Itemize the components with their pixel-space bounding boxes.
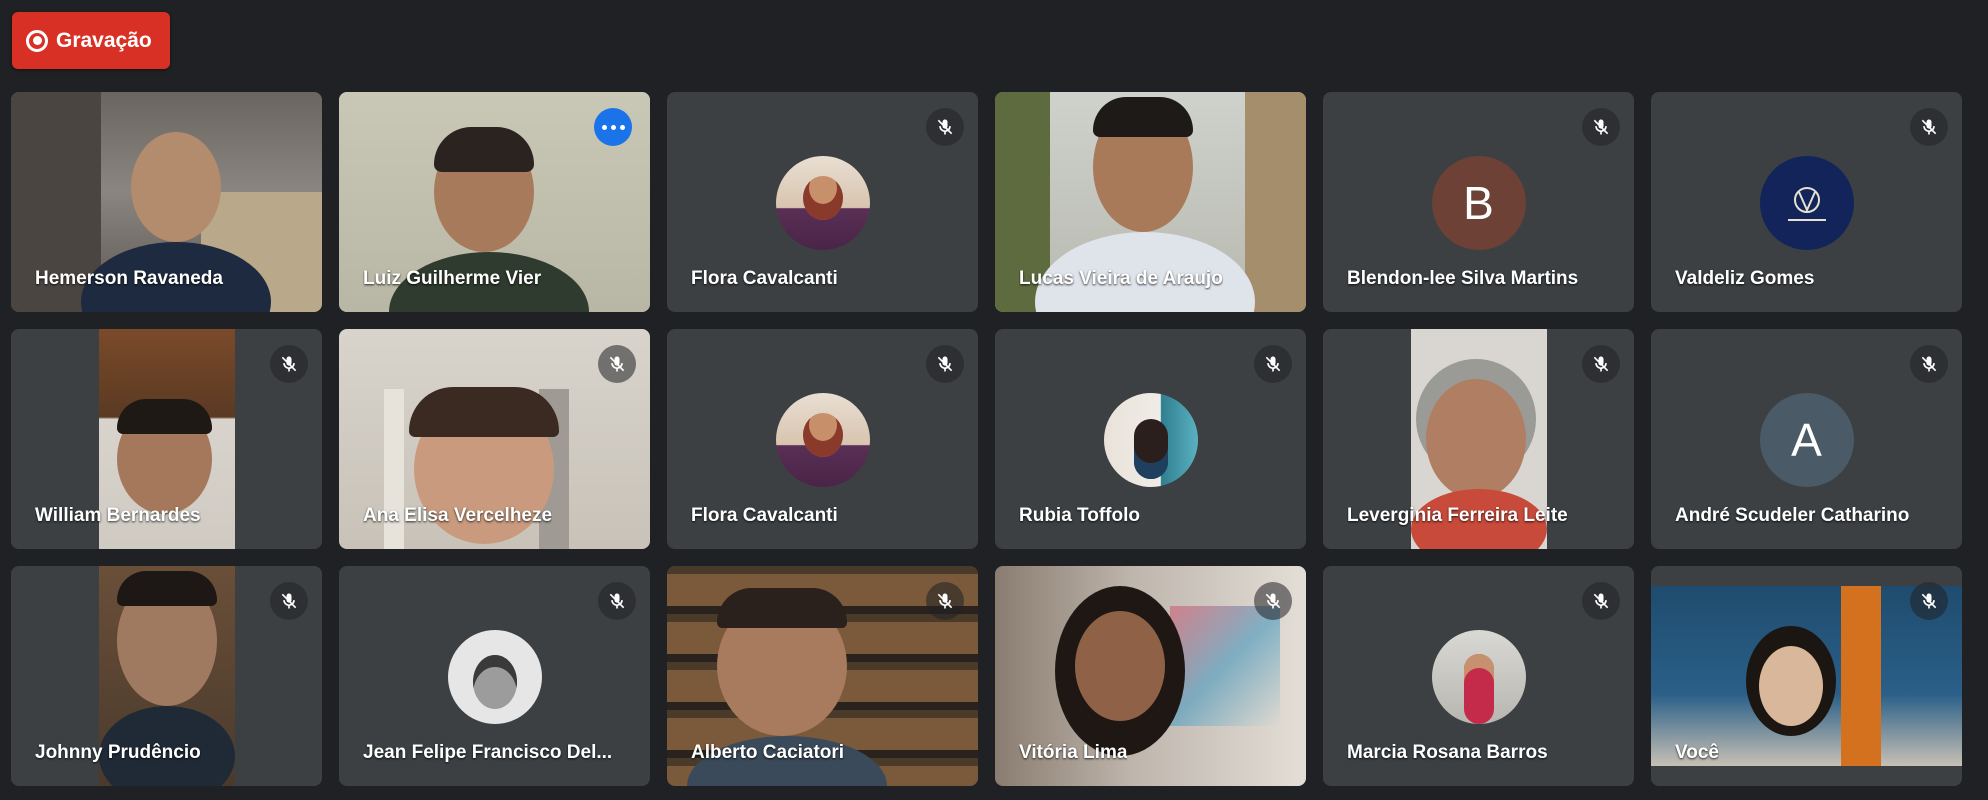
- participant-avatar: [1103, 393, 1198, 487]
- participant-tile[interactable]: Leverginia Ferreira Leite: [1323, 329, 1634, 549]
- participant-tile[interactable]: Ana Elisa Vercelheze: [339, 329, 650, 549]
- participant-tile[interactable]: Valdeliz Gomes: [1651, 92, 1962, 312]
- participant-tile[interactable]: William Bernardes: [11, 329, 322, 549]
- participant-avatar: [775, 156, 870, 250]
- participant-name: André Scudeler Catharino: [1675, 505, 1910, 526]
- recording-badge[interactable]: Gravação: [12, 12, 170, 69]
- record-icon: [26, 29, 48, 52]
- recording-label: Gravação: [56, 28, 152, 52]
- participant-avatar: A: [1759, 393, 1854, 487]
- participant-name: Jean Felipe Francisco Del...: [363, 742, 613, 763]
- mic-off-icon: [1254, 582, 1292, 620]
- participant-name: Marcia Rosana Barros: [1347, 742, 1548, 763]
- mic-off-icon: [1582, 108, 1620, 146]
- participant-tile[interactable]: Alberto Caciatori: [667, 566, 978, 786]
- mic-off-icon: [1254, 345, 1292, 383]
- participant-grid: Hemerson Ravaneda Luiz Guilherme Vier Fl…: [11, 92, 1962, 786]
- more-options-icon: [601, 124, 607, 130]
- mic-off-icon: [1582, 345, 1620, 383]
- mic-off-icon: [1910, 345, 1948, 383]
- participant-tile[interactable]: Rubia Toffolo: [995, 329, 1306, 549]
- mic-off-icon: [1910, 108, 1948, 146]
- participant-tile[interactable]: Hemerson Ravaneda: [11, 92, 322, 312]
- mic-off-icon: [270, 582, 308, 620]
- participant-tile[interactable]: B Blendon-lee Silva Martins: [1323, 92, 1634, 312]
- participant-name: Lucas Vieira de Araujo: [1019, 268, 1223, 289]
- avatar-initial: B: [1463, 177, 1494, 229]
- mic-off-icon: [1582, 582, 1620, 620]
- participant-tile[interactable]: Jean Felipe Francisco Del...: [339, 566, 650, 786]
- participant-avatar: [1431, 630, 1526, 724]
- participant-name: Flora Cavalcanti: [691, 268, 838, 289]
- participant-avatar: [1759, 156, 1854, 250]
- participant-name: Johnny Prudêncio: [35, 742, 201, 763]
- participant-tile[interactable]: Lucas Vieira de Araujo: [995, 92, 1306, 312]
- mic-off-icon: [926, 108, 964, 146]
- mic-off-icon: [270, 345, 308, 383]
- participant-tile[interactable]: A André Scudeler Catharino: [1651, 329, 1962, 549]
- participant-name: Luiz Guilherme Vier: [363, 268, 542, 289]
- participant-tile[interactable]: Vitória Lima: [995, 566, 1306, 786]
- participant-tile[interactable]: Johnny Prudêncio: [11, 566, 322, 786]
- mic-off-icon: [926, 582, 964, 620]
- mic-off-icon: [598, 582, 636, 620]
- more-options-button[interactable]: [594, 108, 632, 146]
- participant-name: Vitória Lima: [1019, 742, 1128, 763]
- participant-avatar: B: [1431, 156, 1526, 250]
- participant-name: Alberto Caciatori: [691, 742, 845, 763]
- avatar-initial: A: [1791, 414, 1822, 466]
- mic-off-icon: [598, 345, 636, 383]
- participant-tile-self[interactable]: Você: [1651, 566, 1962, 786]
- logo-icon: [1787, 187, 1826, 221]
- mic-off-icon: [1910, 582, 1948, 620]
- participant-name: Blendon-lee Silva Martins: [1347, 268, 1579, 289]
- participant-name: Ana Elisa Vercelheze: [363, 505, 553, 526]
- participant-avatar: [775, 393, 870, 487]
- participant-avatar: [447, 630, 542, 724]
- participant-name: Rubia Toffolo: [1019, 505, 1141, 526]
- participant-name: Flora Cavalcanti: [691, 505, 838, 526]
- participant-name: Você: [1675, 742, 1720, 763]
- participant-name: Hemerson Ravaneda: [35, 268, 223, 289]
- participant-name: Valdeliz Gomes: [1675, 268, 1815, 289]
- participant-tile[interactable]: Marcia Rosana Barros: [1323, 566, 1634, 786]
- participant-tile[interactable]: Flora Cavalcanti: [667, 329, 978, 549]
- participant-tile[interactable]: Flora Cavalcanti: [667, 92, 978, 312]
- participant-name: William Bernardes: [35, 505, 201, 526]
- mic-off-icon: [926, 345, 964, 383]
- participant-name: Leverginia Ferreira Leite: [1347, 505, 1568, 526]
- participant-tile[interactable]: Luiz Guilherme Vier: [339, 92, 650, 312]
